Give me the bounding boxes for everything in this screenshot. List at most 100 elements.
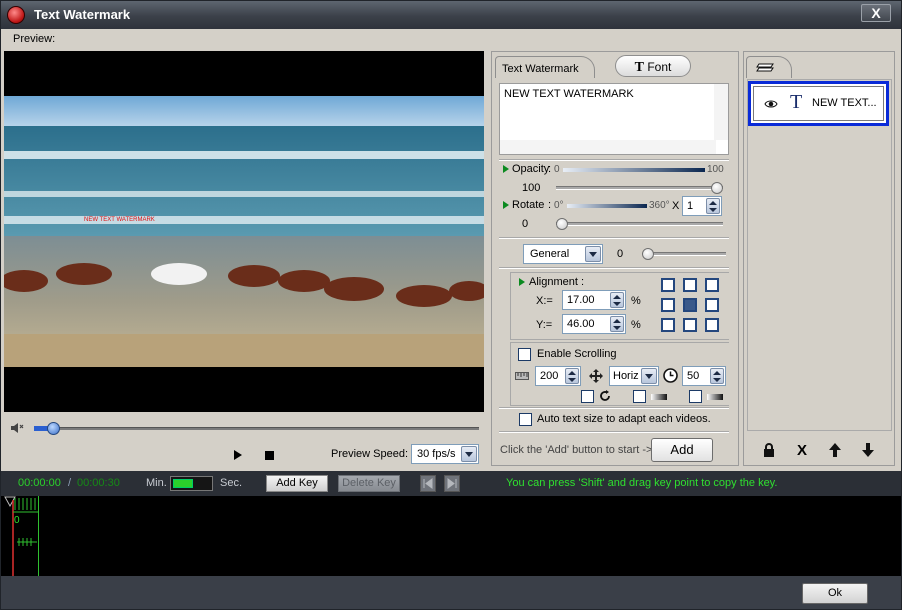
loop-scroll-checkbox[interactable] [581, 390, 594, 403]
fade-in-checkbox[interactable] [633, 390, 646, 403]
preview-label: Preview: [13, 33, 56, 45]
opacity-slider[interactable] [556, 186, 723, 190]
scroll-speed-value: 200 [540, 370, 559, 382]
arrow-down-icon[interactable] [860, 442, 876, 458]
y-label: Y:= [536, 319, 553, 331]
app-logo-icon [7, 6, 25, 24]
spin-arrows-icon[interactable] [610, 292, 624, 308]
play-icon[interactable] [231, 448, 245, 462]
enable-scrolling-label: Enable Scrolling [537, 348, 617, 360]
seek-handle[interactable] [47, 422, 61, 435]
chevron-down-icon[interactable] [585, 246, 601, 262]
scroll-direction-value: Horiz [613, 370, 639, 382]
close-button[interactable]: X [861, 4, 891, 22]
tab-font[interactable]: T Font [615, 55, 691, 77]
seek-bar-row [4, 413, 484, 443]
stop-icon[interactable] [265, 451, 274, 460]
spin-arrows-icon[interactable] [610, 316, 624, 332]
rotate-multiplier-value: 1 [687, 200, 694, 212]
loop-icon [600, 390, 610, 401]
add-button[interactable]: Add [651, 438, 713, 462]
next-key-button[interactable] [444, 475, 460, 492]
spin-arrows-icon[interactable] [710, 368, 724, 384]
zoom-min-label: Min. [146, 477, 167, 489]
rotate-slider[interactable] [556, 222, 723, 226]
style-value: 0 [617, 248, 624, 260]
rotate-max: 360° [649, 200, 670, 211]
rotate-min: 0° [554, 200, 564, 211]
enable-scrolling-checkbox[interactable] [518, 348, 531, 361]
align-top-right-icon[interactable] [705, 278, 719, 292]
align-middle-right-icon[interactable] [705, 298, 719, 312]
skip-back-icon [423, 478, 433, 489]
align-middle-left-icon[interactable] [661, 298, 675, 312]
style-slider[interactable] [646, 252, 726, 256]
timeline-zoom-slider[interactable] [170, 476, 213, 491]
rotate-slider-handle[interactable] [556, 218, 568, 230]
expand-arrow-icon [519, 278, 525, 286]
font-icon: T [634, 60, 644, 75]
rotate-multiplier-stepper[interactable]: 1 [682, 196, 722, 216]
y-position-stepper[interactable]: 46.00 [562, 314, 626, 334]
divider [499, 237, 729, 239]
chevron-down-icon[interactable] [641, 368, 657, 384]
video-frame: NEW TEXT WATERMARK [4, 96, 484, 367]
style-select[interactable]: General [523, 244, 603, 264]
x-position-value: 17.00 [567, 294, 595, 306]
zoom-sec-label: Sec. [220, 477, 243, 489]
time-separator: / [68, 477, 72, 489]
layer-item-body: T NEW TEXT... [753, 86, 884, 121]
preview-speed-value: 30 fps/s [417, 448, 456, 460]
align-top-center-icon[interactable] [683, 278, 697, 292]
text-vertical-scrollbar[interactable] [714, 84, 728, 140]
text-horizontal-scrollbar[interactable] [500, 140, 716, 154]
align-bottom-right-icon[interactable] [705, 318, 719, 332]
total-time: 00:00:30 [77, 477, 120, 489]
lock-icon[interactable] [761, 442, 777, 458]
delete-layer-button[interactable]: X [794, 442, 810, 459]
fade-out-checkbox[interactable] [689, 390, 702, 403]
spin-arrows-icon[interactable] [706, 198, 720, 214]
style-selected-value: General [530, 248, 570, 260]
delete-key-button[interactable]: Delete Key [338, 475, 400, 492]
opacity-colon: : [548, 163, 552, 175]
x-position-stepper[interactable]: 17.00 [562, 290, 626, 310]
prev-key-button[interactable] [420, 475, 436, 492]
spin-arrows-icon[interactable] [565, 368, 579, 384]
zoom-level-fill [173, 479, 193, 488]
window-title: Text Watermark [34, 7, 131, 22]
scroll-duration-stepper[interactable]: 50 [682, 366, 726, 386]
align-top-left-icon[interactable] [661, 278, 675, 292]
opacity-gradient-icon [563, 168, 705, 172]
rotate-label: Rotate [512, 199, 545, 211]
tab-font-label: Font [647, 60, 672, 74]
seek-track[interactable] [34, 427, 479, 430]
chevron-down-icon[interactable] [461, 446, 477, 462]
rotate-gradient-icon [567, 204, 647, 208]
timeline-track[interactable] [1, 496, 901, 576]
watermark-text-input[interactable]: NEW TEXT WATERMARK [499, 83, 729, 155]
rotate-value: 0 [522, 218, 529, 230]
align-center-icon[interactable] [683, 298, 697, 312]
align-bottom-center-icon[interactable] [683, 318, 697, 332]
tab-text-watermark[interactable]: Text Watermark [495, 56, 595, 78]
opacity-slider-handle[interactable] [711, 182, 723, 194]
volume-icon[interactable] [10, 421, 24, 435]
ruler-icon [515, 372, 529, 380]
layer-item[interactable]: T NEW TEXT... [748, 81, 889, 126]
tab-layers[interactable] [746, 56, 792, 78]
divider [499, 407, 729, 409]
rotate-multiplier-prefix: X [672, 200, 680, 212]
style-slider-handle[interactable] [642, 248, 654, 260]
scroll-direction-select[interactable]: Horiz [609, 366, 659, 386]
add-key-button[interactable]: Add Key [266, 475, 328, 492]
eye-icon[interactable] [764, 97, 778, 111]
preview-speed-select[interactable]: 30 fps/s [411, 444, 479, 464]
ok-button[interactable]: Ok [802, 583, 868, 604]
auto-text-size-checkbox[interactable] [519, 413, 532, 426]
title-bar[interactable]: Text Watermark X [1, 1, 901, 29]
arrow-up-icon[interactable] [827, 442, 843, 458]
scroll-speed-stepper[interactable]: 200 [535, 366, 581, 386]
fade-out-icon [707, 394, 723, 400]
align-bottom-left-icon[interactable] [661, 318, 675, 332]
